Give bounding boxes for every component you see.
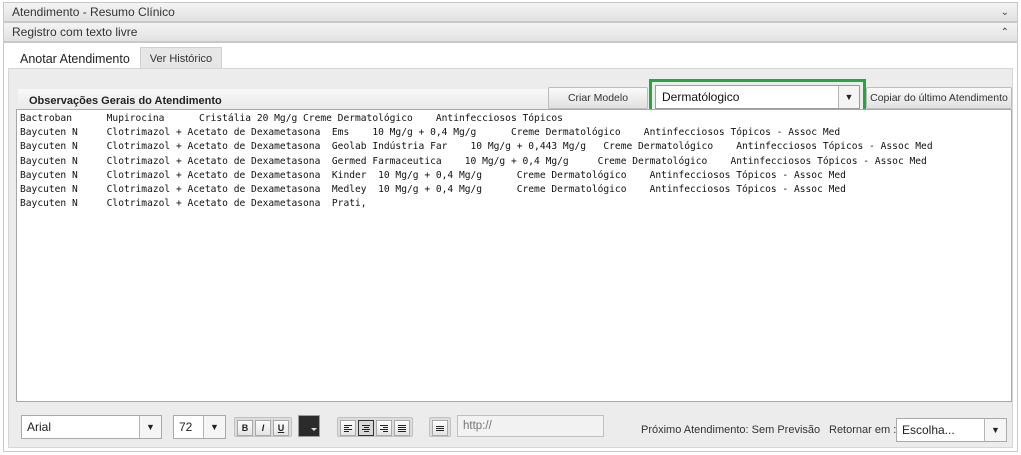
dropdown-arrow-icon[interactable]: ▼ <box>139 416 161 438</box>
dropdown-arrow-icon[interactable]: ▼ <box>838 86 859 108</box>
underline-button[interactable]: U <box>273 420 289 436</box>
align-center-icon[interactable] <box>358 420 374 436</box>
retornar-em-value: Escolha... <box>902 423 955 437</box>
text-style-group: B I U <box>234 417 292 437</box>
font-size-select[interactable]: 72 ▼ <box>173 415 226 439</box>
editor-line: Baycuten N Clotrimazol + Acetato de Dexa… <box>20 183 846 195</box>
italic-button[interactable]: I <box>255 420 271 436</box>
font-size-value: 72 <box>179 420 193 434</box>
retornar-em-select[interactable]: Escolha... ▼ <box>896 418 1007 442</box>
alignment-group <box>337 417 413 437</box>
proximo-atendimento-label: Próximo Atendimento: Sem Previsão <box>641 424 821 436</box>
registro-texto-livre-header[interactable]: Registro com texto livre ⌃ <box>3 22 1018 42</box>
observacoes-editor[interactable]: Bactroban Mupirocina Cristália 20 Mg/g C… <box>16 109 1012 402</box>
tab-anotar-atendimento[interactable]: Anotar Atendimento <box>10 47 140 69</box>
text-color-button[interactable] <box>298 415 320 437</box>
registro-panel: Anotar Atendimento Ver Histórico Observa… <box>3 42 1018 452</box>
bold-button[interactable]: B <box>237 420 253 436</box>
align-justify-icon[interactable] <box>394 420 410 436</box>
align-left-icon[interactable] <box>340 420 356 436</box>
tab-ver-historico[interactable]: Ver Histórico <box>139 47 223 69</box>
editor-line: Baycuten N Clotrimazol + Acetato de Dexa… <box>20 127 841 139</box>
model-select[interactable]: Dermatólogico ▼ <box>655 85 860 109</box>
link-url-input[interactable] <box>457 415 604 437</box>
chevron-up-icon[interactable]: ⌃ <box>1001 27 1009 38</box>
align-right-icon[interactable] <box>376 420 392 436</box>
criar-modelo-button[interactable]: Criar Modelo <box>548 87 648 109</box>
tab-bar: Anotar Atendimento Ver Histórico <box>10 47 223 69</box>
editor-toolbar: Arial ▼ 72 ▼ B I U http:// Próximo Atend… <box>9 411 1014 445</box>
dropdown-arrow-icon[interactable]: ▼ <box>984 419 1006 441</box>
copiar-ultimo-atendimento-button[interactable]: Copiar do último Atendimento <box>866 87 1012 109</box>
resumo-clinico-title: Atendimento - Resumo Clínico <box>12 5 175 19</box>
editor-line: Baycuten N Clotrimazol + Acetato de Dexa… <box>20 169 846 181</box>
bullet-list-icon[interactable] <box>432 420 448 436</box>
chevron-down-icon[interactable]: ⌄ <box>1001 7 1009 18</box>
editor-line: Baycuten N Clotrimazol + Acetato de Dexa… <box>20 198 367 210</box>
editor-line: Bactroban Mupirocina Cristália 20 Mg/g C… <box>20 113 563 124</box>
editor-line: Baycuten N Clotrimazol + Acetato de Dexa… <box>20 155 927 167</box>
registro-texto-livre-title: Registro com texto livre <box>12 25 138 39</box>
font-family-select[interactable]: Arial ▼ <box>21 415 162 439</box>
editor-line: Baycuten N Clotrimazol + Acetato de Dexa… <box>20 141 933 153</box>
resumo-clinico-header[interactable]: Atendimento - Resumo Clínico ⌄ <box>3 2 1018 22</box>
tab-content: Observações Gerais do Atendimento Criar … <box>8 68 1013 448</box>
font-family-value: Arial <box>27 420 52 434</box>
retornar-em-label: Retornar em : <box>829 424 897 436</box>
dropdown-arrow-icon[interactable]: ▼ <box>203 416 225 438</box>
model-select-value: Dermatólogico <box>662 90 740 104</box>
list-group <box>429 417 451 437</box>
